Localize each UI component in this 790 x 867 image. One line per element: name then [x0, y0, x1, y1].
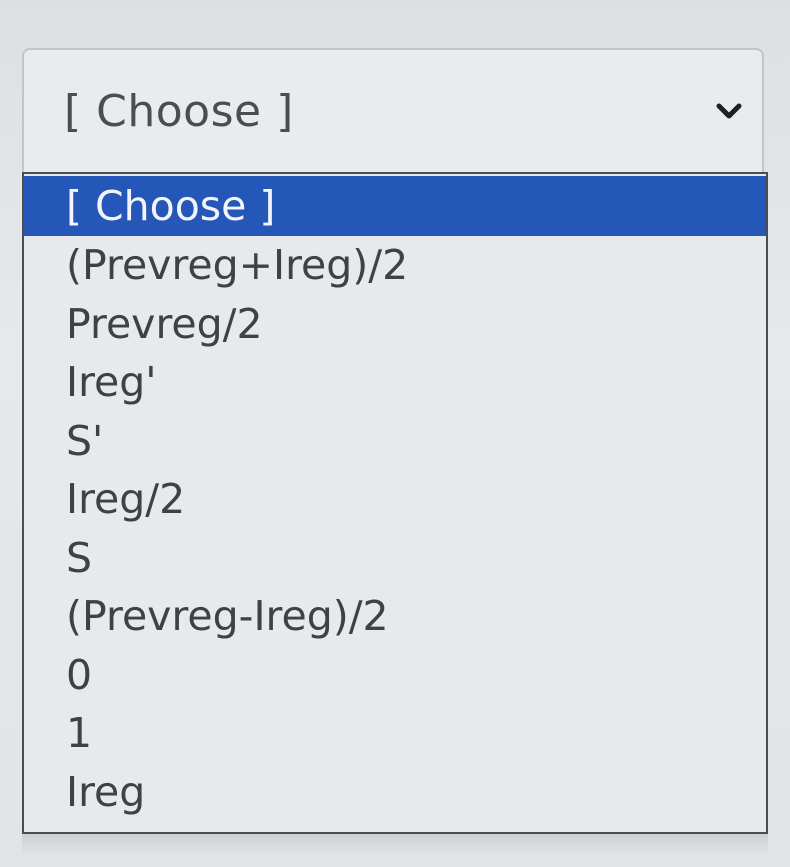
chevron-down-icon[interactable]: [714, 96, 744, 126]
dropdown-option[interactable]: (Prevreg+Ireg)/2: [24, 236, 766, 295]
select-current-value: [ Choose ]: [64, 86, 294, 137]
dropdown-option[interactable]: Ireg': [24, 353, 766, 412]
dropdown-option[interactable]: Ireg/2: [24, 470, 766, 529]
answer-select[interactable]: [ Choose ]: [22, 48, 764, 173]
dropdown-option[interactable]: 1: [24, 704, 766, 763]
dropdown-option[interactable]: Ireg: [24, 763, 766, 822]
dropdown-option[interactable]: S': [24, 412, 766, 471]
dropdown-option[interactable]: S: [24, 529, 766, 588]
dropdown-option[interactable]: (Prevreg-Ireg)/2: [24, 587, 766, 646]
dropdown-bottom-shadow: [22, 834, 768, 858]
dropdown-options-list: [ Choose ] (Prevreg+Ireg)/2 Prevreg/2 Ir…: [22, 172, 768, 834]
dropdown-option[interactable]: Prevreg/2: [24, 295, 766, 354]
dropdown-option[interactable]: 0: [24, 646, 766, 705]
dropdown-option[interactable]: [ Choose ]: [24, 176, 766, 236]
